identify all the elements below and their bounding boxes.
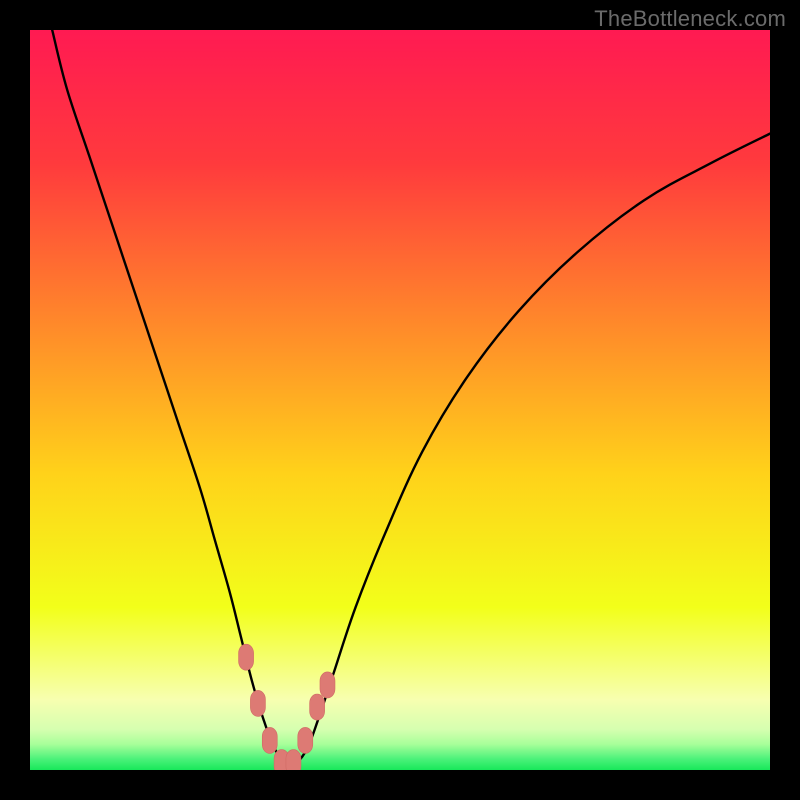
chart-svg bbox=[30, 30, 770, 770]
gradient-background bbox=[30, 30, 770, 770]
optimal-marker bbox=[262, 727, 277, 753]
optimal-marker bbox=[310, 694, 325, 720]
plot-area bbox=[30, 30, 770, 770]
chart-frame: TheBottleneck.com bbox=[0, 0, 800, 800]
watermark-text: TheBottleneck.com bbox=[594, 6, 786, 32]
optimal-marker bbox=[250, 690, 265, 716]
optimal-marker bbox=[286, 750, 301, 770]
optimal-marker bbox=[239, 644, 254, 670]
optimal-marker bbox=[320, 672, 335, 698]
optimal-marker bbox=[298, 727, 313, 753]
